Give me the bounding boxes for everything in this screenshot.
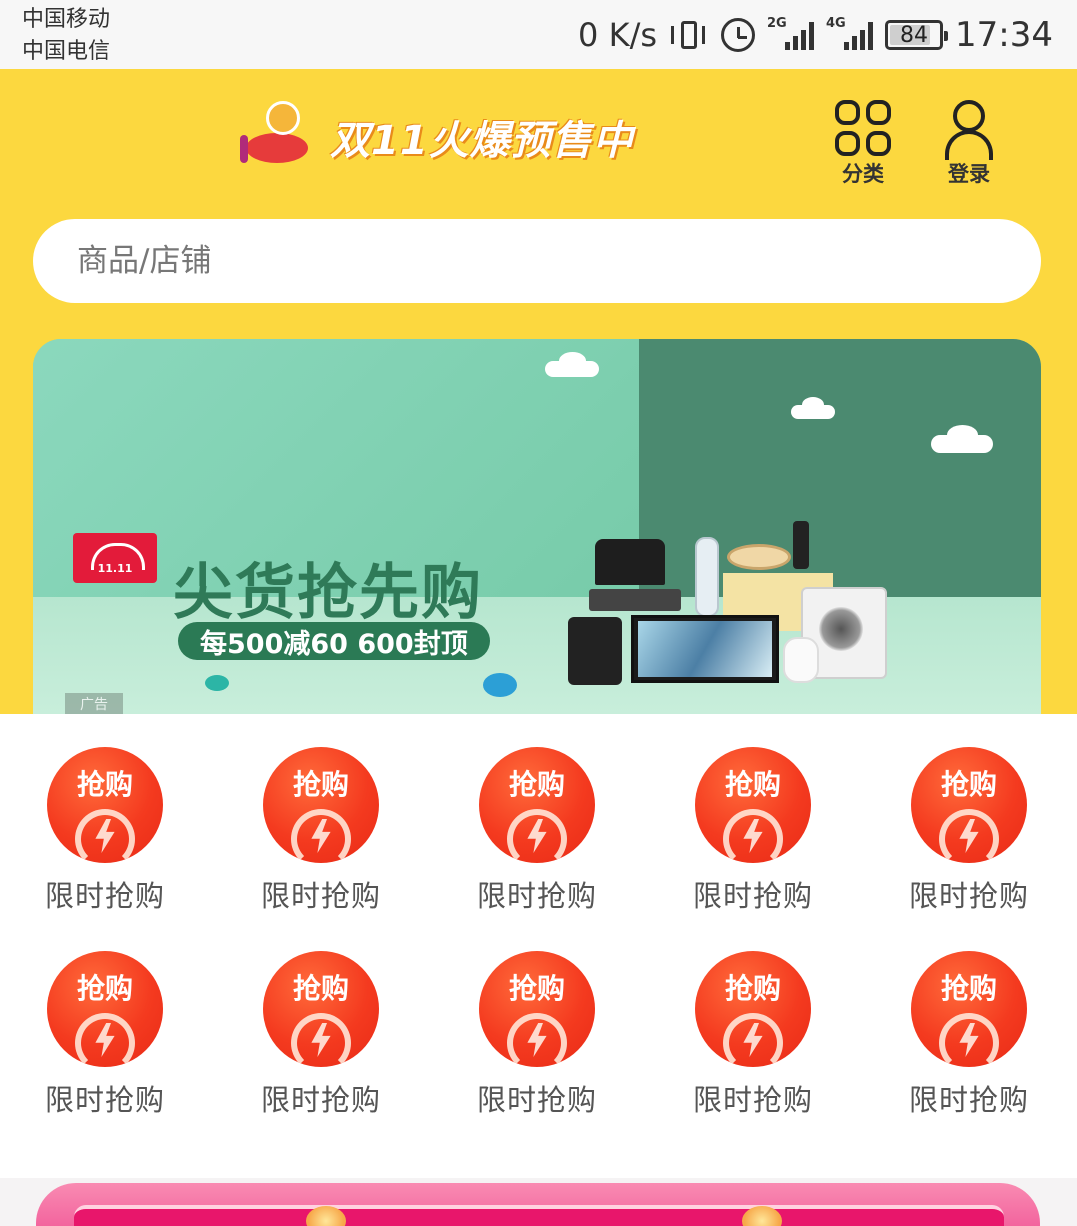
user-icon [943, 100, 995, 160]
status-indicators: 0 K/s 2G 4G 84 17:34 [578, 12, 1053, 58]
double11-promo-card[interactable] [36, 1183, 1040, 1226]
humidifier-image [783, 637, 819, 683]
promo-card-inner [74, 1205, 1004, 1226]
tv-image [631, 615, 779, 683]
quick-entry-item[interactable]: 抢购 限时抢购 [0, 951, 213, 1119]
flash-sale-icon: 抢购 [695, 747, 811, 863]
quick-entry-label: 限时抢购 [692, 879, 813, 913]
decor-egg [483, 673, 517, 697]
flash-sale-icon: 抢购 [479, 747, 595, 863]
stove-image [589, 589, 681, 611]
search-input[interactable] [77, 243, 977, 279]
range-hood-image [595, 539, 665, 585]
search-bar[interactable] [33, 219, 1041, 303]
category-label: 分类 [842, 162, 884, 186]
banner-title: 尖货抢先购 [173, 558, 483, 628]
carrier-1: 中国移动 [22, 7, 111, 32]
quick-entry-label: 限时抢购 [260, 1083, 381, 1117]
quick-entry-item[interactable]: 抢购 限时抢购 [429, 951, 645, 1119]
signal-1-type: 2G [767, 16, 787, 31]
login-button[interactable]: 登录 [934, 100, 1004, 188]
gimbal-camera-image [793, 521, 809, 569]
cloud-icon [791, 397, 835, 419]
carrier-2: 中国电信 [22, 39, 111, 64]
flash-sale-icon: 抢购 [911, 747, 1027, 863]
flash-sale-icon: 抢购 [479, 951, 595, 1067]
category-grid-icon [835, 100, 891, 156]
quick-entry-label: 限时抢购 [692, 1083, 813, 1117]
flash-sale-icon: 抢购 [263, 951, 379, 1067]
alarm-icon [721, 18, 756, 52]
battery-level: 84 [900, 22, 929, 48]
event-badge: 11.11 [73, 533, 157, 583]
signal-icon-1: 2G [767, 16, 815, 50]
quick-entry-label: 限时抢购 [44, 879, 165, 913]
quick-entry-item[interactable]: 抢购 限时抢购 [213, 951, 429, 1119]
quick-entry-item[interactable]: 抢购 限时抢购 [0, 747, 213, 915]
quick-entry-label: 限时抢购 [908, 879, 1029, 913]
flash-sale-icon: 抢购 [263, 747, 379, 863]
quick-entry-item[interactable]: 抢购 限时抢购 [861, 951, 1077, 1119]
carrier-info: 中国移动 中国电信 [22, 4, 110, 68]
air-purifier-image [568, 617, 622, 685]
tower-fan-image [695, 537, 719, 617]
flash-sale-icon: 抢购 [47, 747, 163, 863]
signal-icon-2: 4G [826, 16, 874, 50]
ad-tag: 广告 [65, 693, 123, 714]
mascot-icon [240, 95, 324, 179]
cloud-icon [931, 425, 993, 453]
quick-entry-label: 限时抢购 [44, 1083, 165, 1117]
decor-egg [205, 675, 229, 691]
net-speed: 0 K/s [578, 16, 658, 54]
brand-title: 双11火爆预售中 [330, 118, 634, 164]
login-label: 登录 [948, 162, 990, 186]
status-bar: 中国移动 中国电信 0 K/s 2G 4G 84 17:34 [0, 0, 1077, 69]
banner-subtitle: 每500减60 600封顶 [178, 622, 490, 660]
cloud-icon [545, 352, 599, 377]
promo-banner[interactable]: 11.11 尖货抢先购 每500减60 600封顶 广告 [33, 339, 1041, 714]
quick-entry-label: 限时抢购 [476, 879, 597, 913]
quick-entry-item[interactable]: 抢购 限时抢购 [429, 747, 645, 915]
battery-icon: 84 [885, 20, 949, 50]
quick-entry-grid: 抢购 限时抢购 抢购 限时抢购 抢购 限时抢购 抢购 限时抢购 抢购 限时抢购 … [0, 714, 1077, 1178]
vibrate-icon [669, 18, 709, 52]
quick-entry-label: 限时抢购 [260, 879, 381, 913]
flash-sale-icon: 抢购 [695, 951, 811, 1067]
signal-2-type: 4G [826, 16, 846, 31]
quick-entry-item[interactable]: 抢购 限时抢购 [213, 747, 429, 915]
flash-sale-icon: 抢购 [47, 951, 163, 1067]
robot-vacuum-image [727, 544, 791, 570]
quick-entry-item[interactable]: 抢购 限时抢购 [645, 747, 861, 915]
flash-sale-icon: 抢购 [911, 951, 1027, 1067]
brand-logo: 双11火爆预售中 [240, 95, 634, 179]
clock: 17:34 [955, 15, 1053, 55]
quick-entry-item[interactable]: 抢购 限时抢购 [645, 951, 861, 1119]
quick-entry-label: 限时抢购 [476, 1083, 597, 1117]
quick-entry-label: 限时抢购 [908, 1083, 1029, 1117]
category-button[interactable]: 分类 [828, 100, 898, 188]
quick-entry-item[interactable]: 抢购 限时抢购 [861, 747, 1077, 915]
